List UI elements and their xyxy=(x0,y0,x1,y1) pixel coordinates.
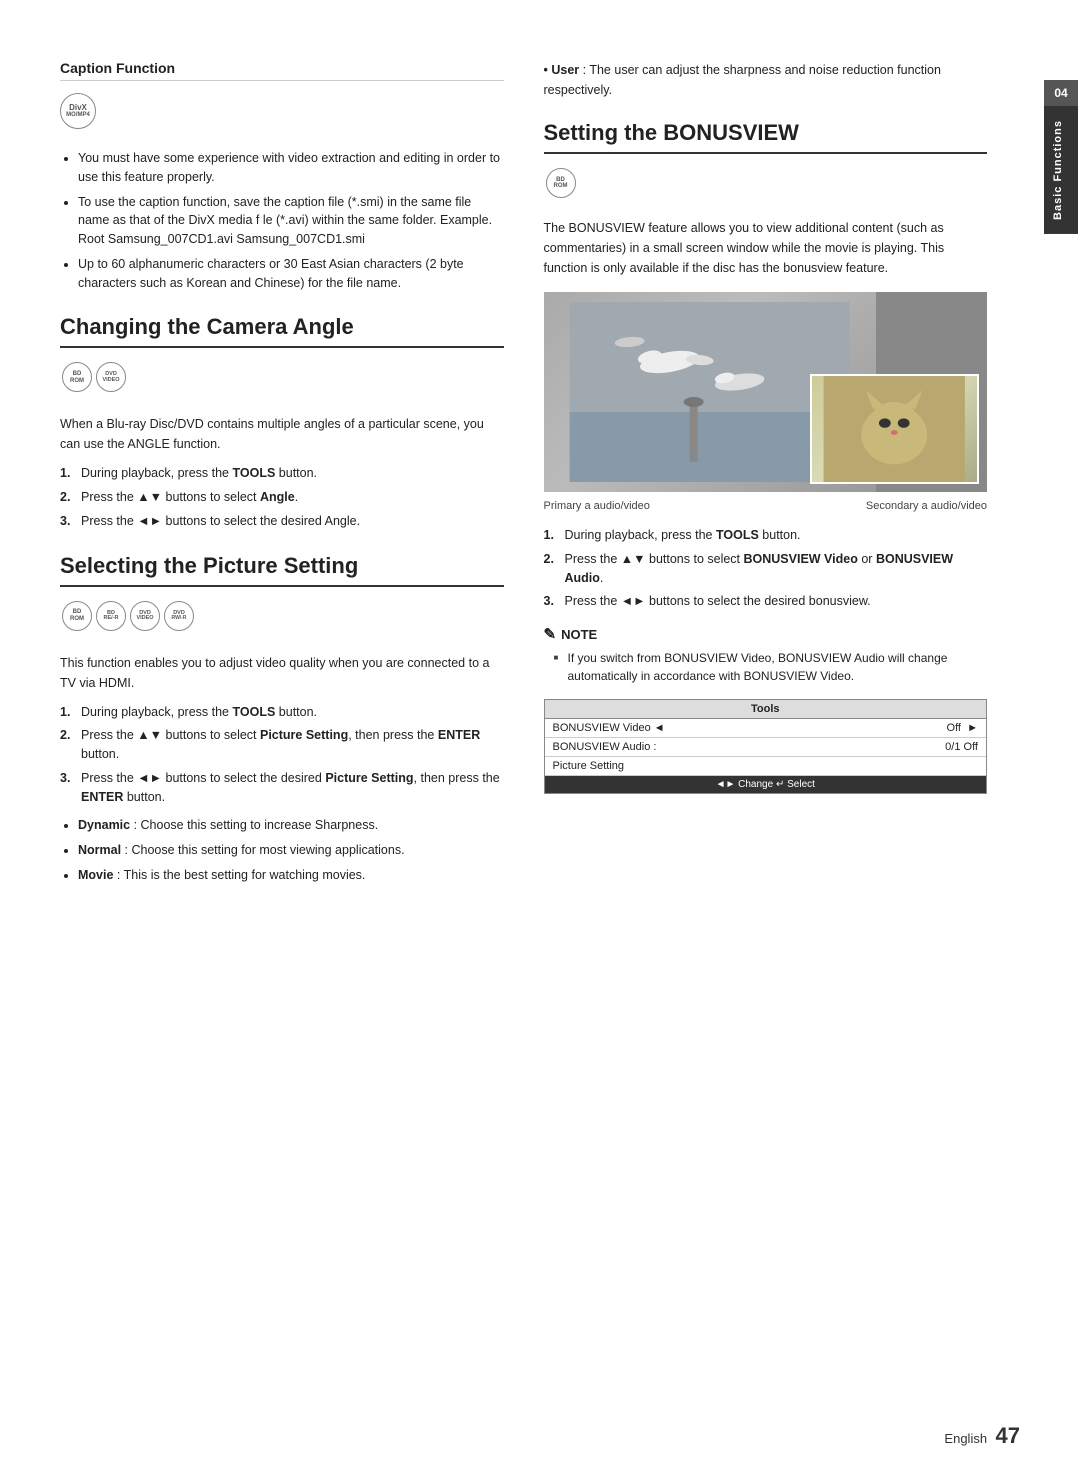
ps-dvd-video-icon: DVD VIDEO xyxy=(130,601,160,631)
tools-row-1-left: BONUSVIEW Video ◄ xyxy=(553,722,665,734)
caption-bullet-3: Up to 60 alphanumeric characters or 30 E… xyxy=(78,255,504,293)
footer-language: English xyxy=(944,1431,987,1446)
content-area: Caption Function DivX MO/MP4 You must ha… xyxy=(0,0,1042,1479)
ps-bullet-movie: Movie : This is the best setting for wat… xyxy=(78,866,504,885)
primary-label: Primary a audio/video xyxy=(544,500,650,512)
secondary-label: Secondary a audio/video xyxy=(866,500,987,512)
bv-step-1: 1. During playback, press the TOOLS butt… xyxy=(544,526,988,545)
bonusview-steps: 1. During playback, press the TOOLS butt… xyxy=(544,526,988,611)
picture-setting-steps: 1. During playback, press the TOOLS butt… xyxy=(60,703,504,807)
side-tab-label: Basic Functions xyxy=(1044,106,1078,234)
note-icon: ✎ xyxy=(544,625,557,643)
left-column: Caption Function DivX MO/MP4 You must ha… xyxy=(60,60,504,1419)
tools-row-2-left: BONUSVIEW Audio : xyxy=(553,741,657,753)
camera-angle-body: When a Blu-ray Disc/DVD contains multipl… xyxy=(60,414,504,454)
bonusview-heading: Setting the BONUSVIEW xyxy=(544,120,988,154)
note-header: ✎ NOTE xyxy=(544,625,988,643)
picture-setting-sub-bullets: Dynamic : Choose this setting to increas… xyxy=(60,816,504,884)
tools-row-1: BONUSVIEW Video ◄ Off ► xyxy=(545,719,987,738)
camera-angle-step-3: 3. Press the ◄► buttons to select the de… xyxy=(60,512,504,531)
caption-bullet-1: You must have some experience with video… xyxy=(78,149,504,187)
camera-angle-heading: Changing the Camera Angle xyxy=(60,314,504,348)
bv-step-3: 3. Press the ◄► buttons to select the de… xyxy=(544,592,988,611)
caption-function-heading: Caption Function xyxy=(60,60,504,81)
side-tab-number: 04 xyxy=(1044,80,1078,106)
divx-icon-row: DivX MO/MP4 xyxy=(60,89,504,139)
divx-icon-label: DivX xyxy=(69,104,87,113)
ps-step-1: 1. During playback, press the TOOLS butt… xyxy=(60,703,504,722)
note-item-1: If you switch from BONUSVIEW Video, BONU… xyxy=(554,649,988,685)
bonusview-image xyxy=(544,292,988,492)
bonusview-bd-rom-icon: BD ROM xyxy=(546,168,576,198)
page-footer: English 47 xyxy=(944,1423,1020,1449)
right-column: • User : The user can adjust the sharpne… xyxy=(544,60,988,1419)
camera-angle-section: Changing the Camera Angle BD ROM DVD VID… xyxy=(60,314,504,530)
caption-function-section: Caption Function DivX MO/MP4 You must ha… xyxy=(60,60,504,292)
user-note: • User : The user can adjust the sharpne… xyxy=(544,60,988,100)
caption-bullet-2: To use the caption function, save the ca… xyxy=(78,193,504,249)
bonusview-icon-row: BD ROM xyxy=(544,164,988,208)
ps-bd-rom-icon: BD ROM xyxy=(62,601,92,631)
ps-step-3: 3. Press the ◄► buttons to select the de… xyxy=(60,769,504,807)
footer-page-number: 47 xyxy=(996,1423,1020,1448)
picture-setting-body: This function enables you to adjust vide… xyxy=(60,653,504,693)
tools-row-1-right: Off ► xyxy=(947,722,978,734)
picture-setting-section: Selecting the Picture Setting BD ROM BD … xyxy=(60,553,504,885)
image-labels: Primary a audio/video Secondary a audio/… xyxy=(544,500,988,512)
page-wrapper: 04 Basic Functions Caption Function DivX… xyxy=(0,0,1080,1479)
camera-angle-icons: BD ROM DVD VIDEO xyxy=(60,358,504,402)
ps-bullet-normal: Normal : Choose this setting for most vi… xyxy=(78,841,504,860)
note-section: ✎ NOTE If you switch from BONUSVIEW Vide… xyxy=(544,625,988,685)
ps-dvd-rw-icon: DVD RW/-R xyxy=(164,601,194,631)
tools-row-3-left: Picture Setting xyxy=(553,760,625,772)
camera-angle-steps: 1. During playback, press the TOOLS butt… xyxy=(60,464,504,530)
secondary-scene xyxy=(810,374,979,484)
tools-table-header: Tools xyxy=(545,700,987,719)
ps-step-2: 2. Press the ▲▼ buttons to select Pictur… xyxy=(60,726,504,764)
side-tab: 04 Basic Functions xyxy=(1042,80,1080,234)
ps-bd-re-icon: BD RE/-R xyxy=(96,601,126,631)
tools-table: Tools BONUSVIEW Video ◄ Off ► BONUSVIEW … xyxy=(544,699,988,794)
tools-row-2: BONUSVIEW Audio : 0/1 Off xyxy=(545,738,987,757)
camera-angle-step-1: 1. During playback, press the TOOLS butt… xyxy=(60,464,504,483)
dvd-video-icon: DVD VIDEO xyxy=(96,362,126,392)
ps-bullet-dynamic: Dynamic : Choose this setting to increas… xyxy=(78,816,504,835)
note-label: NOTE xyxy=(561,627,597,642)
note-list: If you switch from BONUSVIEW Video, BONU… xyxy=(544,649,988,685)
tools-row-2-right: 0/1 Off xyxy=(945,741,978,753)
bv-step-2: 2. Press the ▲▼ buttons to select BONUSV… xyxy=(544,550,988,588)
bonusview-body: The BONUSVIEW feature allows you to view… xyxy=(544,218,988,278)
bonusview-section: Setting the BONUSVIEW BD ROM The BONUSVI… xyxy=(544,120,988,794)
caption-function-bullets: You must have some experience with video… xyxy=(60,149,504,292)
picture-setting-heading: Selecting the Picture Setting xyxy=(60,553,504,587)
bd-rom-icon: BD ROM xyxy=(62,362,92,392)
camera-angle-step-2: 2. Press the ▲▼ buttons to select Angle. xyxy=(60,488,504,507)
secondary-scene-svg xyxy=(812,376,977,482)
divx-icon: DivX MO/MP4 xyxy=(60,93,96,129)
tools-table-footer: ◄► Change ↵ Select xyxy=(545,776,987,793)
picture-setting-icons: BD ROM BD RE/-R DVD VIDEO DVD RW/-R xyxy=(60,597,504,641)
tools-row-3: Picture Setting xyxy=(545,757,987,776)
